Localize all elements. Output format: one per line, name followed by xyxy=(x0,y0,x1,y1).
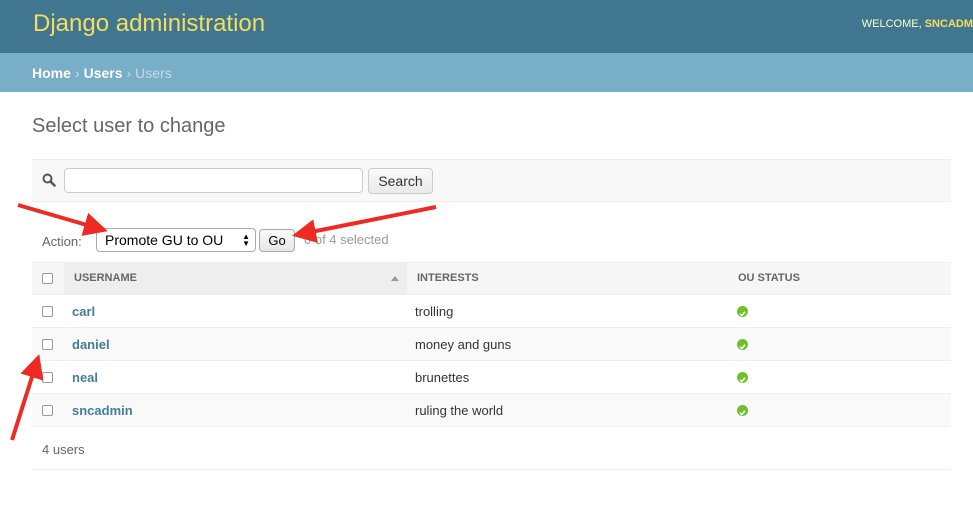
action-bar: Action: Promote GU to OU ▲ ▼ Go 0 of 4 se… xyxy=(32,222,951,260)
table-row: daniel money and guns xyxy=(32,328,951,361)
user-welcome: WELCOME, SNCADM xyxy=(862,18,973,30)
welcome-username: SNCADM xyxy=(924,18,973,30)
column-header-username[interactable]: USERNAME xyxy=(74,263,137,294)
action-label: Action: xyxy=(42,234,82,249)
search-toolbar: Search xyxy=(32,159,951,202)
result-count: 4 users xyxy=(32,428,951,470)
breadcrumb-separator: › xyxy=(126,65,132,81)
page-title: Select user to change xyxy=(32,115,226,137)
go-button[interactable]: Go xyxy=(259,229,295,252)
result-count-label: 4 users xyxy=(42,442,85,457)
check-icon xyxy=(737,372,748,383)
sort-ascending-icon[interactable] xyxy=(391,276,399,281)
username-link[interactable]: sncadmin xyxy=(72,403,133,418)
username-link[interactable]: daniel xyxy=(72,337,110,352)
search-input[interactable] xyxy=(64,168,363,193)
site-header: Django administration WELCOME, SNCADM xyxy=(0,0,973,53)
username-link[interactable]: neal xyxy=(72,370,98,385)
results-table: USERNAME INTERESTS OU STATUS carl trolli… xyxy=(32,262,951,427)
row-checkbox[interactable] xyxy=(42,372,53,383)
row-checkbox[interactable] xyxy=(42,306,53,317)
interests-cell: money and guns xyxy=(415,337,512,352)
interests-cell: trolling xyxy=(415,304,454,319)
table-header: USERNAME INTERESTS OU STATUS xyxy=(32,262,951,295)
row-checkbox[interactable] xyxy=(42,339,53,350)
select-all-checkbox[interactable] xyxy=(42,273,53,284)
site-brand[interactable]: Django administration xyxy=(33,10,265,38)
select-arrows-icon: ▲ ▼ xyxy=(242,232,250,248)
column-header-interests[interactable]: INTERESTS xyxy=(417,263,479,294)
username-link[interactable]: carl xyxy=(72,304,95,319)
check-icon xyxy=(737,306,748,317)
check-icon xyxy=(737,405,748,416)
action-select[interactable]: Promote GU to OU ▲ ▼ xyxy=(96,228,256,252)
interests-cell: brunettes xyxy=(415,370,470,385)
check-icon xyxy=(737,339,748,350)
breadcrumb: Home › Users › Users xyxy=(0,53,973,92)
welcome-prefix: WELCOME, xyxy=(861,18,925,30)
interests-cell: ruling the world xyxy=(415,403,504,418)
breadcrumb-separator: › xyxy=(74,65,80,81)
breadcrumb-home[interactable]: Home xyxy=(32,65,71,81)
action-select-value: Promote GU to OU xyxy=(105,232,224,248)
column-header-ou-status[interactable]: OU STATUS xyxy=(738,263,800,294)
table-row: carl trolling xyxy=(32,295,951,328)
breadcrumb-users-app[interactable]: Users xyxy=(84,65,123,81)
table-row: neal brunettes xyxy=(32,361,951,394)
breadcrumb-current: Users xyxy=(135,65,172,81)
table-row: sncadmin ruling the world xyxy=(32,394,951,427)
row-checkbox[interactable] xyxy=(42,405,53,416)
selected-count: 0 of 4 selected xyxy=(304,232,389,247)
search-icon xyxy=(42,173,56,192)
search-button[interactable]: Search xyxy=(368,168,433,194)
